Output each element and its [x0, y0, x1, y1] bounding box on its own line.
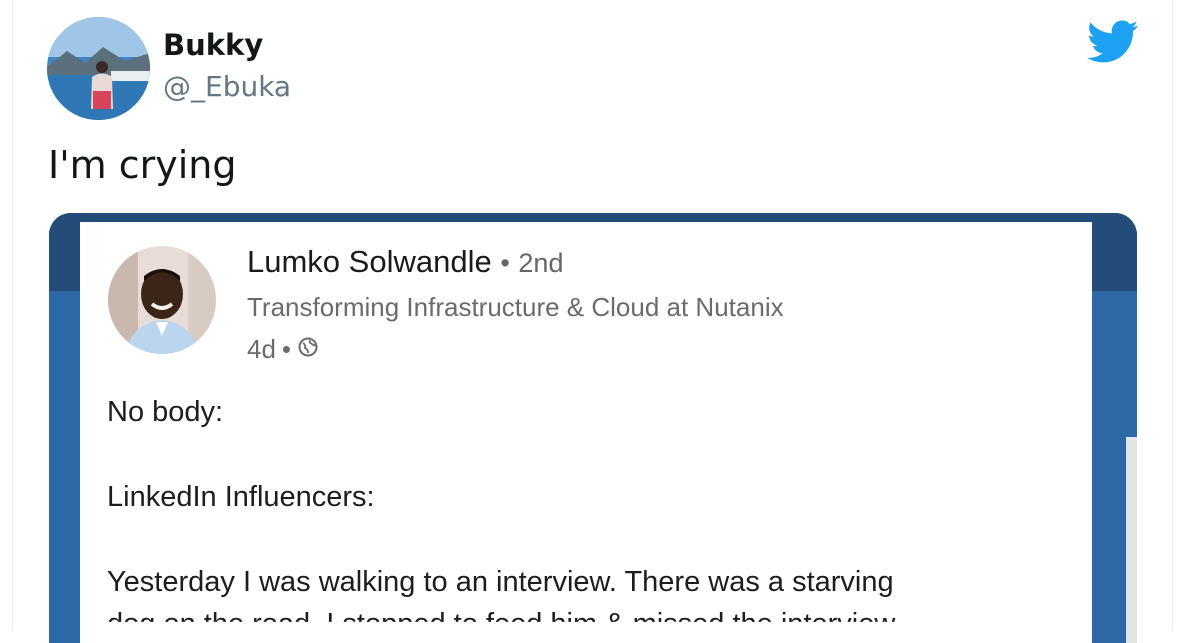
linkedin-author-line: Lumko Solwandle • 2nd	[247, 244, 563, 280]
linkedin-author-avatar	[108, 246, 216, 354]
linkedin-author-name: Lumko Solwandle	[247, 244, 492, 279]
tweet-text: I'm crying	[48, 143, 237, 187]
tweet-display-name[interactable]: Bukky	[163, 28, 263, 62]
linkedin-author-headline: Transforming Infrastructure & Cloud at N…	[247, 292, 784, 322]
post-line: LinkedIn Influencers:	[107, 481, 375, 513]
post-age: 4d	[247, 334, 276, 364]
post-meta: 4d •	[247, 334, 319, 365]
connection-degree: 2nd	[518, 248, 564, 278]
tweet-author-avatar[interactable]	[47, 17, 150, 120]
age-separator: •	[281, 334, 292, 364]
post-line: No body:	[107, 396, 224, 428]
post-line: Yesterday I was walking to an interview.…	[107, 566, 894, 598]
tweet-handle[interactable]: @_Ebuka	[163, 70, 291, 103]
degree-separator: •	[500, 248, 510, 278]
linkedin-post: Lumko Solwandle • 2nd Transforming Infra…	[80, 222, 1092, 643]
embedded-screenshot[interactable]: Lumko Solwandle • 2nd Transforming Infra…	[49, 213, 1137, 643]
screenshot-scrollbar	[1126, 437, 1137, 643]
post-line: dog on the road. I stopped to feed him &…	[107, 608, 902, 640]
globe-icon	[297, 334, 319, 365]
twitter-bird-icon[interactable]	[1087, 20, 1139, 64]
